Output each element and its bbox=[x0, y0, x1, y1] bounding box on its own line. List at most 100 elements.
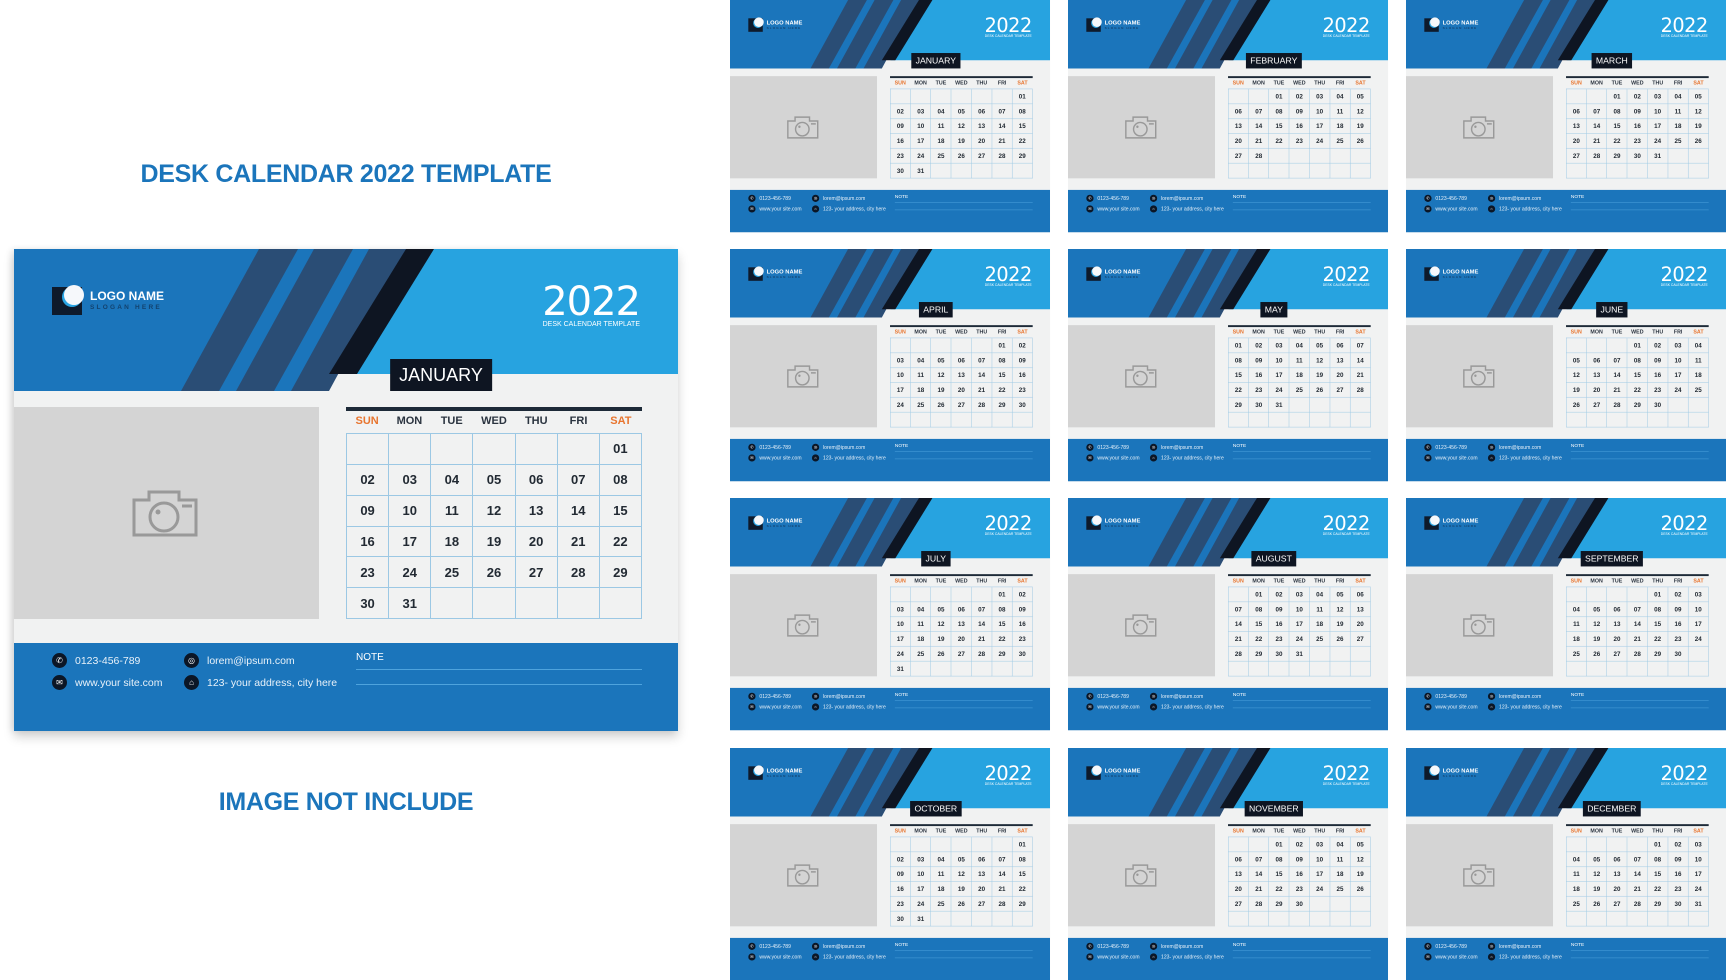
contact-address-text: 123- your address, city here bbox=[823, 455, 886, 461]
day-cell: 06 bbox=[971, 104, 993, 119]
image-disclaimer: IMAGE NOT INCLUDE bbox=[218, 788, 474, 816]
day-cell: 07 bbox=[1586, 104, 1608, 119]
day-grid: 01 02 03 04 05 06 07 08 09 10 11 12 13 14 15 16 17 18 19 20… bbox=[890, 337, 1033, 428]
contact-address-text: 123- your address, city here bbox=[1161, 206, 1224, 212]
phone-icon: ✆ bbox=[52, 653, 67, 668]
day-cell: 15 bbox=[599, 495, 642, 527]
weekday-label: SAT bbox=[1355, 329, 1366, 335]
contact-email-text: lorem@ipsum.com bbox=[1161, 195, 1204, 202]
logo-name: LOGO NAME bbox=[1104, 517, 1141, 525]
globe-icon: ◎ bbox=[1487, 942, 1496, 950]
day-cell: 09 bbox=[1269, 602, 1290, 617]
day-cell: 04 bbox=[1688, 338, 1709, 354]
day-cell: 22 bbox=[992, 382, 1013, 398]
day-cell: 19 bbox=[1330, 616, 1351, 632]
day-cell: 13 bbox=[1607, 616, 1628, 632]
day-cell: 01 bbox=[1607, 89, 1628, 105]
phone-icon: ✆ bbox=[1086, 942, 1094, 950]
weekday-label: WED bbox=[1293, 80, 1306, 86]
day-cell: 10 bbox=[1309, 852, 1331, 867]
weekday-label: SAT bbox=[610, 415, 632, 427]
calendar-thumbnail: LOGO NAME SLOGAN HERE 2022 DESK CALENDAR… bbox=[1406, 498, 1726, 731]
day-cell: 26 bbox=[1586, 896, 1608, 912]
day-cell: 26 bbox=[931, 397, 952, 413]
globe-icon: ◎ bbox=[1487, 692, 1496, 700]
day-cell: 07 bbox=[992, 852, 1013, 867]
day-cell bbox=[1607, 661, 1628, 677]
contact-website: ✉ www.your site.com bbox=[1086, 703, 1140, 711]
contact-website: ✉ www.your site.com bbox=[1086, 454, 1140, 462]
contact-address-text: 123- your address, city here bbox=[1161, 954, 1224, 960]
day-cell: 14 bbox=[1586, 118, 1608, 134]
weekday-label: SAT bbox=[1017, 578, 1028, 584]
day-cell bbox=[931, 661, 952, 677]
contact-website-text: www.your site.com bbox=[759, 704, 802, 710]
camera-icon bbox=[1463, 116, 1495, 139]
day-cell: 07 bbox=[992, 104, 1013, 119]
contact-address: ⌂ 123- your address, city here bbox=[184, 675, 337, 690]
logo-slogan: SLOGAN HERE bbox=[1104, 774, 1140, 778]
day-cell: 06 bbox=[1607, 602, 1628, 617]
year: 2022 bbox=[984, 512, 1033, 535]
logo-slogan: SLOGAN HERE bbox=[766, 774, 802, 778]
contact-phone-text: 0123-456-789 bbox=[759, 943, 791, 950]
day-cell bbox=[931, 587, 952, 603]
phone-icon: ✆ bbox=[748, 194, 756, 202]
day-cell bbox=[1566, 587, 1587, 603]
day-cell: 30 bbox=[1668, 646, 1689, 662]
day-cell: 11 bbox=[1566, 616, 1587, 632]
home-icon: ⌂ bbox=[811, 454, 820, 462]
year-subtitle: DESK CALENDAR TEMPLATE bbox=[1322, 532, 1370, 537]
day-cell: 04 bbox=[1566, 602, 1587, 617]
day-cell bbox=[910, 89, 932, 105]
calendar-thumbnail: LOGO NAME SLOGAN HERE 2022 DESK CALENDAR… bbox=[1406, 748, 1726, 980]
day-cell: 12 bbox=[473, 495, 516, 527]
weekday-label: TUE bbox=[1611, 329, 1623, 335]
logo-name: LOGO NAME bbox=[1104, 268, 1141, 276]
day-cell: 02 bbox=[1647, 338, 1669, 354]
day-cell bbox=[1289, 163, 1310, 179]
day-cell bbox=[890, 89, 911, 105]
contact-phone: ✆ 0123-456-789 bbox=[1424, 942, 1467, 950]
camera-icon bbox=[132, 490, 198, 537]
weekday-label: TUE bbox=[935, 329, 947, 335]
day-grid: 01 02 03 04 05 06 07 08 09 10 11 12 13 14 15 16 17 18 19 20… bbox=[890, 88, 1033, 179]
note-line bbox=[356, 669, 642, 670]
day-cell bbox=[557, 588, 600, 619]
camera-icon bbox=[787, 614, 819, 637]
day-cell: 22 bbox=[1012, 881, 1033, 897]
year-subtitle: DESK CALENDAR TEMPLATE bbox=[984, 532, 1032, 537]
day-cell: 05 bbox=[931, 353, 952, 368]
day-cell: 23 bbox=[1668, 881, 1689, 897]
day-cell: 29 bbox=[992, 646, 1013, 662]
calendar-thumbnail: LOGO NAME SLOGAN HERE 2022 DESK CALENDAR… bbox=[1406, 0, 1726, 233]
contact-email-text: lorem@ipsum.com bbox=[823, 195, 866, 202]
day-cell: 11 bbox=[1566, 866, 1587, 882]
weekday-label: WED bbox=[1631, 80, 1644, 86]
day-cell: 26 bbox=[1309, 382, 1331, 398]
globe-icon: ◎ bbox=[811, 443, 820, 451]
phone-icon: ✆ bbox=[1086, 194, 1094, 202]
contact-website: ✉ www.your site.com bbox=[52, 675, 163, 690]
day-cell bbox=[1248, 837, 1270, 853]
day-cell: 20 bbox=[951, 382, 972, 398]
weekday-label: FRI bbox=[1673, 578, 1683, 584]
day-cell: 23 bbox=[1269, 631, 1290, 647]
day-cell: 13 bbox=[1607, 866, 1628, 882]
year: 2022 bbox=[1322, 14, 1371, 37]
footer-bar: ✆ 0123-456-789 ✉ www.your site.com ◎ lor… bbox=[730, 687, 1051, 731]
promo-title: DESK CALENDAR 2022 TEMPLATE bbox=[140, 160, 552, 188]
day-cell bbox=[1566, 89, 1587, 105]
weekday-label: THU bbox=[976, 80, 988, 86]
year: 2022 bbox=[1660, 762, 1709, 785]
day-cell: 27 bbox=[951, 646, 972, 662]
day-cell: 21 bbox=[992, 133, 1013, 149]
day-cell: 15 bbox=[992, 367, 1013, 383]
day-cell bbox=[951, 587, 972, 603]
logo: LOGO NAME SLOGAN HERE bbox=[1424, 17, 1501, 32]
day-cell: 04 bbox=[1309, 587, 1331, 603]
month-label: APRIL bbox=[918, 302, 953, 318]
day-cell: 29 bbox=[1647, 646, 1669, 662]
day-cell: 23 bbox=[1289, 881, 1310, 897]
day-cell bbox=[1586, 89, 1608, 105]
